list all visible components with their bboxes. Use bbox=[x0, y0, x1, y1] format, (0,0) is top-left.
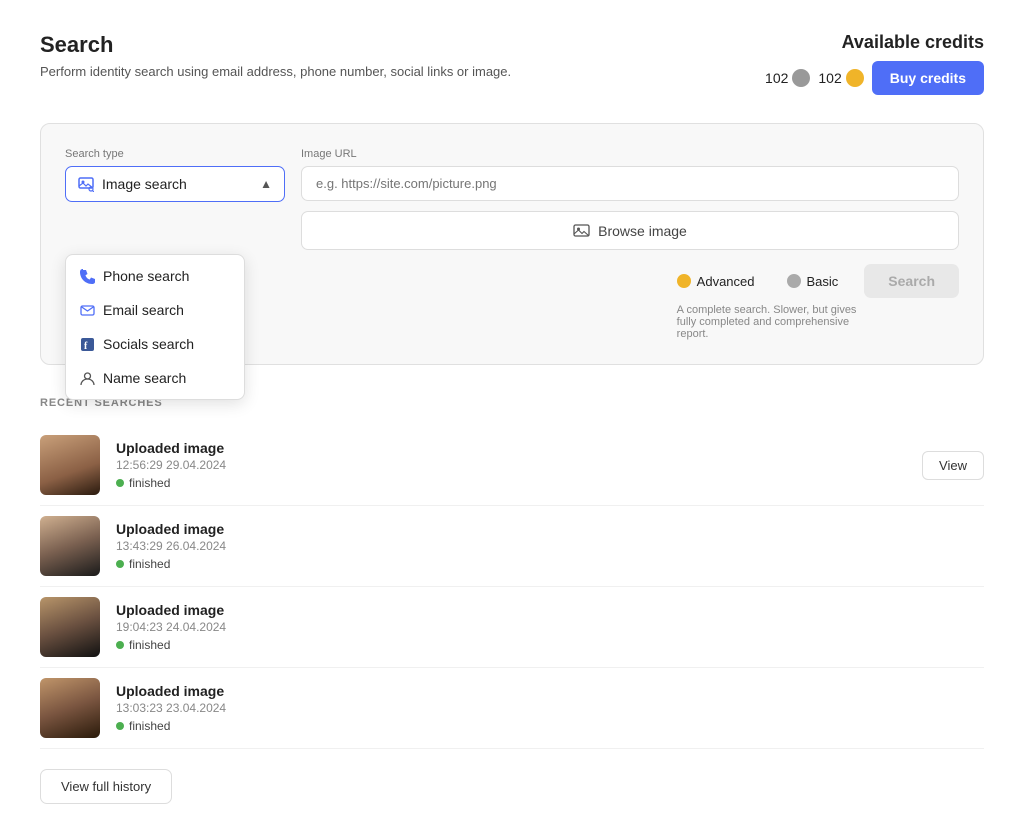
table-row: Uploaded image 12:56:29 29.04.2024 finis… bbox=[40, 425, 984, 506]
result-title: Uploaded image bbox=[116, 521, 984, 537]
mode-basic[interactable]: Basic bbox=[773, 268, 853, 295]
status-label: finished bbox=[129, 638, 170, 652]
search-type-wrapper: Search type Image search ▲ bbox=[65, 148, 285, 250]
page-subtitle: Perform identity search using email addr… bbox=[40, 64, 511, 79]
status-dot-icon bbox=[116, 560, 124, 568]
result-status: finished bbox=[116, 557, 984, 571]
view-button[interactable]: View bbox=[922, 451, 984, 480]
dropdown-item-email[interactable]: Email search bbox=[66, 293, 244, 327]
mode-description: A complete search. Slower, but gives ful… bbox=[663, 304, 863, 340]
email-search-label: Email search bbox=[103, 302, 184, 318]
credit-gray-icon bbox=[792, 69, 810, 87]
result-title: Uploaded image bbox=[116, 683, 984, 699]
table-row: Uploaded image 13:03:23 23.04.2024 finis… bbox=[40, 668, 984, 749]
result-status: finished bbox=[116, 719, 984, 733]
result-time: 13:43:29 26.04.2024 bbox=[116, 539, 984, 553]
image-search-icon bbox=[78, 176, 94, 192]
basic-label: Basic bbox=[807, 274, 839, 289]
buy-credits-button[interactable]: Buy credits bbox=[872, 61, 984, 95]
social-icon: f bbox=[80, 337, 95, 352]
credits-gray-value: 102 bbox=[765, 70, 788, 86]
dropdown-item-name[interactable]: Name search bbox=[66, 361, 244, 395]
selected-search-type: Image search bbox=[102, 176, 187, 192]
result-info: Uploaded image 13:43:29 26.04.2024 finis… bbox=[116, 521, 984, 571]
result-info: Uploaded image 12:56:29 29.04.2024 finis… bbox=[116, 440, 906, 490]
result-info: Uploaded image 19:04:23 24.04.2024 finis… bbox=[116, 602, 984, 652]
result-time: 19:04:23 24.04.2024 bbox=[116, 620, 984, 634]
search-type-menu: Phone search Email search f bbox=[65, 254, 245, 400]
status-dot-icon bbox=[116, 479, 124, 487]
basic-radio bbox=[787, 274, 801, 288]
avatar bbox=[40, 678, 100, 738]
browse-image-icon bbox=[573, 222, 590, 239]
result-title: Uploaded image bbox=[116, 440, 906, 456]
status-dot-icon bbox=[116, 641, 124, 649]
status-label: finished bbox=[129, 557, 170, 571]
browse-label: Browse image bbox=[598, 223, 687, 239]
search-card: Search type Image search ▲ bbox=[40, 123, 984, 365]
phone-icon bbox=[80, 269, 95, 284]
recent-searches-section: RECENT SEARCHES Uploaded image 12:56:29 … bbox=[40, 397, 984, 804]
dropdown-item-social[interactable]: f Socials search bbox=[66, 327, 244, 361]
person-icon bbox=[80, 371, 95, 386]
search-type-dropdown[interactable]: Image search ▲ bbox=[65, 166, 285, 202]
phone-search-label: Phone search bbox=[103, 268, 189, 284]
result-title: Uploaded image bbox=[116, 602, 984, 618]
url-label: Image URL bbox=[301, 148, 959, 160]
result-info: Uploaded image 13:03:23 23.04.2024 finis… bbox=[116, 683, 984, 733]
avatar bbox=[40, 435, 100, 495]
name-search-label: Name search bbox=[103, 370, 186, 386]
page-title: Search bbox=[40, 32, 511, 58]
result-time: 12:56:29 29.04.2024 bbox=[116, 458, 906, 472]
dropdown-item-phone[interactable]: Phone search bbox=[66, 259, 244, 293]
advanced-radio bbox=[677, 274, 691, 288]
dropdown-arrow-icon: ▲ bbox=[260, 177, 272, 191]
table-row: Uploaded image 13:43:29 26.04.2024 finis… bbox=[40, 506, 984, 587]
status-label: finished bbox=[129, 476, 170, 490]
advanced-label: Advanced bbox=[697, 274, 755, 289]
credit-gold-icon bbox=[846, 69, 864, 87]
result-status: finished bbox=[116, 476, 906, 490]
avatar bbox=[40, 516, 100, 576]
socials-search-label: Socials search bbox=[103, 336, 194, 352]
search-type-label: Search type bbox=[65, 148, 285, 160]
email-icon bbox=[80, 303, 95, 318]
view-history-button[interactable]: View full history bbox=[40, 769, 172, 804]
browse-image-button[interactable]: Browse image bbox=[301, 211, 959, 250]
mode-advanced[interactable]: Advanced bbox=[663, 268, 769, 295]
table-row: Uploaded image 19:04:23 24.04.2024 finis… bbox=[40, 587, 984, 668]
url-section: Image URL Browse image bbox=[301, 148, 959, 250]
status-label: finished bbox=[129, 719, 170, 733]
url-input[interactable] bbox=[301, 166, 959, 201]
status-dot-icon bbox=[116, 722, 124, 730]
result-time: 13:03:23 23.04.2024 bbox=[116, 701, 984, 715]
avatar bbox=[40, 597, 100, 657]
credits-gold-value: 102 bbox=[818, 70, 841, 86]
credits-title: Available credits bbox=[765, 32, 984, 53]
result-status: finished bbox=[116, 638, 984, 652]
search-button[interactable]: Search bbox=[864, 264, 959, 298]
